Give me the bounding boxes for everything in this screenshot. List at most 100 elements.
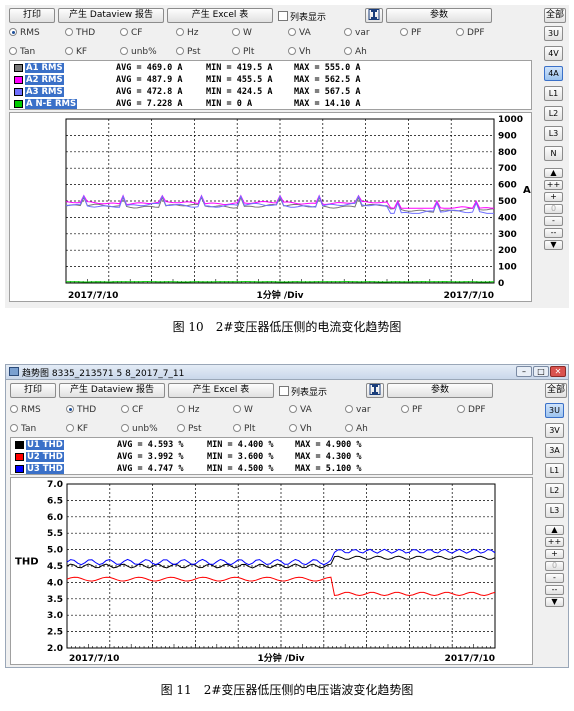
zoom-out-button[interactable]: -	[545, 573, 564, 583]
radio-dot[interactable]	[289, 424, 297, 432]
radio-hz[interactable]: Hz	[177, 405, 200, 415]
dataview-report-button[interactable]: 产生 Dataview 报告	[58, 8, 164, 23]
radio-unb[interactable]: unb%	[120, 47, 157, 57]
radio-dot[interactable]	[288, 28, 296, 36]
close-icon[interactable]: ✕	[550, 366, 566, 377]
channel-button-4v[interactable]: 4V	[544, 46, 563, 61]
radio-thd[interactable]: THD	[66, 405, 96, 415]
radio-dpf[interactable]: DPF	[457, 405, 486, 415]
radio-dot[interactable]	[176, 47, 184, 55]
current-trend-chart[interactable]: 0 100 200 300 400 500 600 700 800 900 1000 A 2017/7/…	[9, 112, 532, 302]
radio-va[interactable]: VA	[288, 28, 311, 38]
channel-button-l1[interactable]: L1	[545, 463, 564, 478]
radio-dot[interactable]	[121, 424, 129, 432]
checkbox-box[interactable]	[278, 11, 288, 21]
radio-dot[interactable]	[232, 28, 240, 36]
channel-button-n[interactable]: N	[544, 146, 563, 161]
radio-dot[interactable]	[65, 28, 73, 36]
zoom-down-icon[interactable]: ▼	[544, 240, 563, 250]
radio-dot[interactable]	[66, 424, 74, 432]
zoom-in-button[interactable]: +	[545, 549, 564, 559]
radio-dot[interactable]	[121, 405, 129, 413]
radio-ah[interactable]: Ah	[344, 47, 367, 57]
zoom-out-fast-button[interactable]: --	[544, 228, 563, 238]
radio-vh[interactable]: Vh	[289, 424, 312, 434]
radio-w[interactable]: W	[233, 405, 253, 415]
radio-rms[interactable]: RMS	[9, 28, 40, 38]
radio-dot[interactable]	[177, 405, 185, 413]
radio-dot[interactable]	[345, 405, 353, 413]
list-view-checkbox[interactable]: 列表显示	[279, 385, 327, 398]
zoom-in-fast-button[interactable]: ++	[544, 180, 563, 190]
radio-kf[interactable]: KF	[65, 47, 87, 57]
radio-dot[interactable]	[233, 424, 241, 432]
dataview-report-button[interactable]: 产生 Dataview 报告	[59, 383, 165, 398]
cursor-tool-button[interactable]	[365, 8, 383, 23]
radio-var[interactable]: var	[344, 28, 370, 38]
radio-kf[interactable]: KF	[66, 424, 88, 434]
restore-icon[interactable]: □	[533, 366, 549, 377]
channel-button-l1[interactable]: L1	[544, 86, 563, 101]
radio-dot[interactable]	[289, 405, 297, 413]
radio-dot[interactable]	[456, 28, 464, 36]
radio-cf[interactable]: CF	[120, 28, 142, 38]
radio-dot[interactable]	[344, 28, 352, 36]
channel-button-l3[interactable]: L3	[545, 503, 564, 518]
all-button[interactable]: 全部	[545, 383, 567, 398]
radio-dot[interactable]	[10, 424, 18, 432]
radio-dot[interactable]	[457, 405, 465, 413]
params-button[interactable]: 参数	[386, 8, 492, 23]
radio-thd[interactable]: THD	[65, 28, 95, 38]
radio-ah[interactable]: Ah	[345, 424, 368, 434]
params-button[interactable]: 参数	[387, 383, 493, 398]
radio-rms[interactable]: RMS	[10, 405, 41, 415]
zoom-in-fast-button[interactable]: ++	[545, 537, 564, 547]
zoom-reset-button[interactable]: 0	[544, 204, 563, 214]
radio-dot[interactable]	[176, 28, 184, 36]
radio-dot[interactable]	[9, 47, 17, 55]
zoom-down-icon[interactable]: ▼	[545, 597, 564, 607]
cursor-tool-button[interactable]	[366, 383, 384, 398]
radio-tan[interactable]: Tan	[10, 424, 36, 434]
radio-dot[interactable]	[344, 47, 352, 55]
excel-export-button[interactable]: 产生 Excel 表	[167, 8, 273, 23]
radio-hz[interactable]: Hz	[176, 28, 199, 38]
zoom-in-button[interactable]: +	[544, 192, 563, 202]
radio-dot[interactable]	[288, 47, 296, 55]
zoom-out-fast-button[interactable]: --	[545, 585, 564, 595]
checkbox-box[interactable]	[279, 386, 289, 396]
print-button[interactable]: 打印	[9, 8, 55, 23]
radio-dot[interactable]	[9, 28, 17, 36]
channel-button-4a[interactable]: 4A	[544, 66, 563, 81]
radio-dot[interactable]	[120, 47, 128, 55]
list-view-checkbox[interactable]: 列表显示	[278, 10, 326, 23]
channel-button-3v[interactable]: 3V	[545, 423, 564, 438]
all-button[interactable]: 全部	[544, 8, 566, 23]
radio-dot[interactable]	[233, 405, 241, 413]
radio-dot[interactable]	[401, 405, 409, 413]
radio-dot[interactable]	[400, 28, 408, 36]
radio-dot[interactable]	[120, 28, 128, 36]
zoom-out-button[interactable]: -	[544, 216, 563, 226]
channel-button-3a[interactable]: 3A	[545, 443, 564, 458]
channel-button-3u[interactable]: 3U	[544, 26, 563, 41]
radio-cf[interactable]: CF	[121, 405, 143, 415]
minimize-icon[interactable]: –	[516, 366, 532, 377]
excel-export-button[interactable]: 产生 Excel 表	[168, 383, 274, 398]
radio-w[interactable]: W	[232, 28, 252, 38]
radio-vh[interactable]: Vh	[288, 47, 311, 57]
radio-dot[interactable]	[177, 424, 185, 432]
radio-tan[interactable]: Tan	[9, 47, 35, 57]
radio-dpf[interactable]: DPF	[456, 28, 485, 38]
radio-va[interactable]: VA	[289, 405, 312, 415]
print-button[interactable]: 打印	[10, 383, 56, 398]
zoom-up-icon[interactable]: ▲	[544, 168, 563, 178]
radio-dot[interactable]	[345, 424, 353, 432]
channel-button-l2[interactable]: L2	[544, 106, 563, 121]
channel-button-l2[interactable]: L2	[545, 483, 564, 498]
radio-pf[interactable]: PF	[400, 28, 422, 38]
zoom-reset-button[interactable]: 0	[545, 561, 564, 571]
radio-plt[interactable]: Plt	[232, 47, 254, 57]
radio-dot[interactable]	[232, 47, 240, 55]
channel-button-l3[interactable]: L3	[544, 126, 563, 141]
